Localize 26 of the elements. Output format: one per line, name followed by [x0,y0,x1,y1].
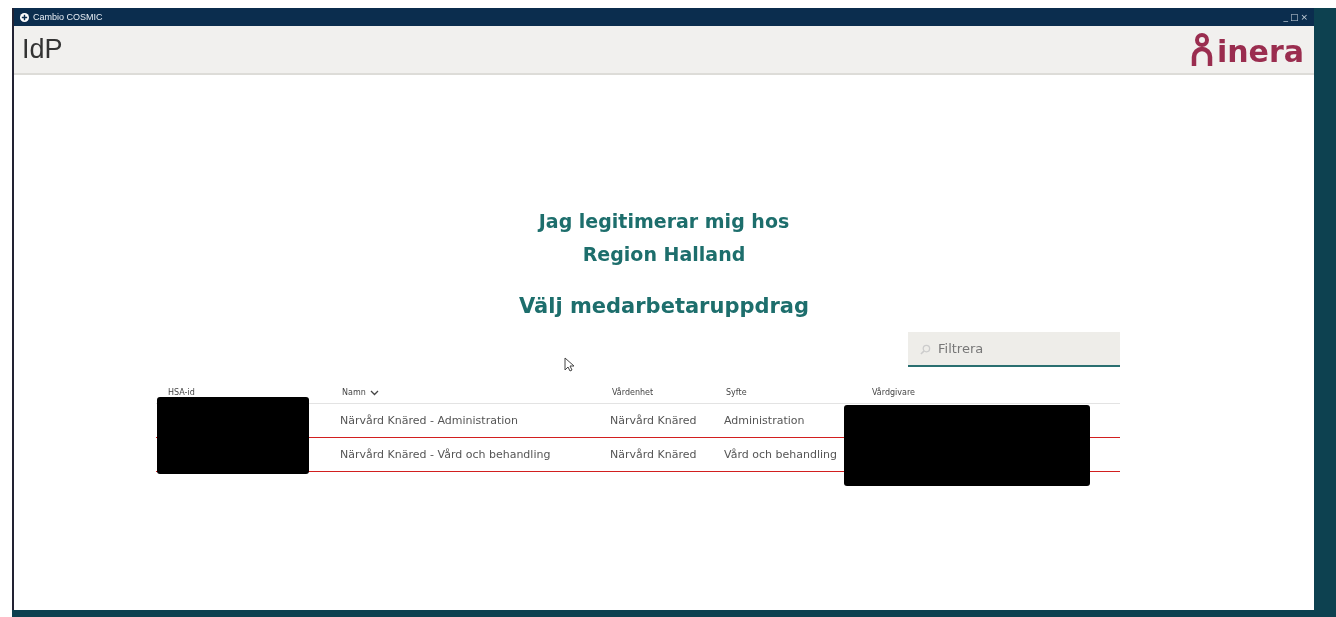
search-icon [920,344,931,355]
table-cell-text: Närvård Knäred [609,448,698,461]
column-header[interactable]: Vårdgivare [872,388,915,397]
table-cell-text: Närvård Knäred - Vård och behandling [339,448,552,461]
table-cell-text: Närvård Knäred [609,414,698,427]
window-control[interactable]: □ [1289,12,1299,22]
app-title: IdP [22,34,63,65]
heading: Region Halland [582,242,746,267]
cursor-icon [564,357,574,372]
filter-field[interactable]: Filtrera [908,332,1120,367]
column-header[interactable]: Namn [342,388,379,397]
logo-text: inera [1216,36,1304,67]
plus-circle-icon [20,12,29,22]
table-cell-text: Administration [723,414,806,427]
window-control[interactable]: × [1300,12,1308,22]
table-cell-text: Närvård Knäred - Administration [339,414,519,427]
subtitle: Välj medarbetaruppdrag [518,294,810,318]
table-cell-text: Vård och behandling [723,448,838,461]
window-control[interactable]: _ [1283,12,1288,22]
person-icon [1190,32,1213,67]
window-title: Cambio COSMIC [33,12,103,22]
column-header[interactable]: Vårdenhet [612,388,654,397]
heading: Jag legitimerar mig hos [538,209,790,234]
chevron-down-icon [369,389,379,396]
column-header[interactable]: HSA-id [168,388,195,397]
column-header[interactable]: Syfte [726,388,747,397]
